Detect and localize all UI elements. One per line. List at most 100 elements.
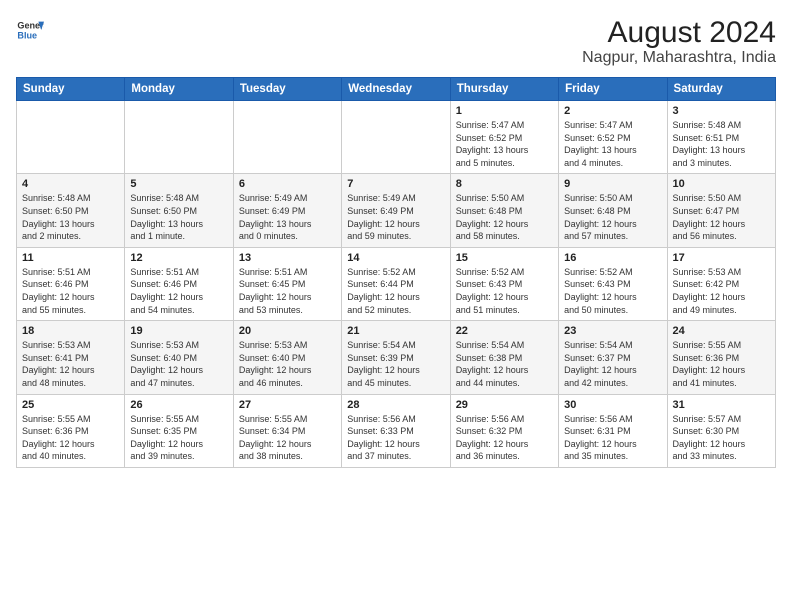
day-info: Sunrise: 5:49 AM Sunset: 6:49 PM Dayligh… [239, 192, 336, 242]
weekday-header: Saturday [667, 78, 775, 101]
day-info: Sunrise: 5:55 AM Sunset: 6:35 PM Dayligh… [130, 413, 227, 463]
day-info: Sunrise: 5:53 AM Sunset: 6:42 PM Dayligh… [673, 266, 770, 316]
day-number: 9 [564, 178, 661, 190]
day-info: Sunrise: 5:56 AM Sunset: 6:32 PM Dayligh… [456, 413, 553, 463]
calendar-week-row: 4 Sunrise: 5:48 AM Sunset: 6:50 PM Daylig… [17, 174, 776, 247]
day-info: Sunrise: 5:52 AM Sunset: 6:44 PM Dayligh… [347, 266, 444, 316]
day-number: 18 [22, 325, 119, 337]
day-info: Sunrise: 5:47 AM Sunset: 6:52 PM Dayligh… [564, 119, 661, 169]
day-info: Sunrise: 5:48 AM Sunset: 6:50 PM Dayligh… [22, 192, 119, 242]
day-number: 13 [239, 252, 336, 264]
calendar-header-row: SundayMondayTuesdayWednesdayThursdayFrid… [17, 78, 776, 101]
logo-icon: General Blue [16, 16, 44, 44]
day-number: 8 [456, 178, 553, 190]
day-info: Sunrise: 5:50 AM Sunset: 6:47 PM Dayligh… [673, 192, 770, 242]
title-block: August 2024 Nagpur, Maharashtra, India [582, 16, 776, 67]
calendar-cell: 26 Sunrise: 5:55 AM Sunset: 6:35 PM Dayli… [125, 394, 233, 467]
calendar-week-row: 1Sunrise: 5:47 AM Sunset: 6:52 PM Daylig… [17, 101, 776, 174]
day-info: Sunrise: 5:51 AM Sunset: 6:46 PM Dayligh… [130, 266, 227, 316]
day-info: Sunrise: 5:52 AM Sunset: 6:43 PM Dayligh… [564, 266, 661, 316]
page-title: August 2024 [582, 16, 776, 49]
calendar-cell [233, 101, 341, 174]
day-info: Sunrise: 5:47 AM Sunset: 6:52 PM Dayligh… [456, 119, 553, 169]
calendar-week-row: 25Sunrise: 5:55 AM Sunset: 6:36 PM Dayli… [17, 394, 776, 467]
day-number: 14 [347, 252, 444, 264]
day-info: Sunrise: 5:54 AM Sunset: 6:39 PM Dayligh… [347, 339, 444, 389]
day-number: 31 [673, 399, 770, 411]
day-info: Sunrise: 5:55 AM Sunset: 6:36 PM Dayligh… [673, 339, 770, 389]
calendar-cell [125, 101, 233, 174]
calendar-cell: 19 Sunrise: 5:53 AM Sunset: 6:40 PM Dayli… [125, 321, 233, 394]
day-info: Sunrise: 5:50 AM Sunset: 6:48 PM Dayligh… [456, 192, 553, 242]
calendar-cell: 2 Sunrise: 5:47 AM Sunset: 6:52 PM Daylig… [559, 101, 667, 174]
calendar-cell [17, 101, 125, 174]
calendar-week-row: 18 Sunrise: 5:53 AM Sunset: 6:41 PM Dayli… [17, 321, 776, 394]
day-number: 21 [347, 325, 444, 337]
calendar-cell: 25Sunrise: 5:55 AM Sunset: 6:36 PM Dayli… [17, 394, 125, 467]
day-info: Sunrise: 5:52 AM Sunset: 6:43 PM Dayligh… [456, 266, 553, 316]
weekday-header: Wednesday [342, 78, 450, 101]
day-number: 12 [130, 252, 227, 264]
day-number: 7 [347, 178, 444, 190]
day-info: Sunrise: 5:49 AM Sunset: 6:49 PM Dayligh… [347, 192, 444, 242]
day-info: Sunrise: 5:51 AM Sunset: 6:45 PM Dayligh… [239, 266, 336, 316]
day-info: Sunrise: 5:56 AM Sunset: 6:31 PM Dayligh… [564, 413, 661, 463]
calendar-cell: 28 Sunrise: 5:56 AM Sunset: 6:33 PM Dayli… [342, 394, 450, 467]
day-number: 27 [239, 399, 336, 411]
calendar-cell: 16 Sunrise: 5:52 AM Sunset: 6:43 PM Dayli… [559, 247, 667, 320]
calendar-cell: 7 Sunrise: 5:49 AM Sunset: 6:49 PM Daylig… [342, 174, 450, 247]
svg-text:Blue: Blue [17, 30, 37, 40]
calendar-cell: 1Sunrise: 5:47 AM Sunset: 6:52 PM Daylig… [450, 101, 558, 174]
day-number: 6 [239, 178, 336, 190]
calendar-cell: 9 Sunrise: 5:50 AM Sunset: 6:48 PM Daylig… [559, 174, 667, 247]
calendar-week-row: 11 Sunrise: 5:51 AM Sunset: 6:46 PM Dayli… [17, 247, 776, 320]
calendar-cell: 22Sunrise: 5:54 AM Sunset: 6:38 PM Dayli… [450, 321, 558, 394]
calendar-cell: 27 Sunrise: 5:55 AM Sunset: 6:34 PM Dayli… [233, 394, 341, 467]
calendar-cell: 30Sunrise: 5:56 AM Sunset: 6:31 PM Dayli… [559, 394, 667, 467]
day-number: 16 [564, 252, 661, 264]
day-number: 4 [22, 178, 119, 190]
weekday-header: Tuesday [233, 78, 341, 101]
day-info: Sunrise: 5:55 AM Sunset: 6:34 PM Dayligh… [239, 413, 336, 463]
page-subtitle: Nagpur, Maharashtra, India [582, 49, 776, 67]
day-info: Sunrise: 5:56 AM Sunset: 6:33 PM Dayligh… [347, 413, 444, 463]
calendar-table: SundayMondayTuesdayWednesdayThursdayFrid… [16, 77, 776, 468]
calendar-cell: 11Sunrise: 5:51 AM Sunset: 6:46 PM Dayli… [17, 247, 125, 320]
day-number: 10 [673, 178, 770, 190]
day-number: 28 [347, 399, 444, 411]
calendar-cell: 18 Sunrise: 5:53 AM Sunset: 6:41 PM Dayli… [17, 321, 125, 394]
day-info: Sunrise: 5:53 AM Sunset: 6:40 PM Dayligh… [130, 339, 227, 389]
calendar-cell: 23Sunrise: 5:54 AM Sunset: 6:37 PM Dayli… [559, 321, 667, 394]
calendar-cell: 5Sunrise: 5:48 AM Sunset: 6:50 PM Daylig… [125, 174, 233, 247]
calendar-cell: 24 Sunrise: 5:55 AM Sunset: 6:36 PM Dayli… [667, 321, 775, 394]
day-number: 2 [564, 105, 661, 117]
day-number: 24 [673, 325, 770, 337]
calendar-cell: 15 Sunrise: 5:52 AM Sunset: 6:43 PM Dayli… [450, 247, 558, 320]
day-info: Sunrise: 5:57 AM Sunset: 6:30 PM Dayligh… [673, 413, 770, 463]
calendar-cell: 31 Sunrise: 5:57 AM Sunset: 6:30 PM Dayli… [667, 394, 775, 467]
day-number: 5 [130, 178, 227, 190]
day-number: 15 [456, 252, 553, 264]
weekday-header: Friday [559, 78, 667, 101]
page-header: General Blue August 2024 Nagpur, Maharas… [16, 16, 776, 67]
calendar-cell: 10 Sunrise: 5:50 AM Sunset: 6:47 PM Dayli… [667, 174, 775, 247]
day-number: 11 [22, 252, 119, 264]
day-number: 3 [673, 105, 770, 117]
weekday-header: Thursday [450, 78, 558, 101]
logo: General Blue [16, 16, 44, 44]
day-number: 26 [130, 399, 227, 411]
day-info: Sunrise: 5:53 AM Sunset: 6:41 PM Dayligh… [22, 339, 119, 389]
day-info: Sunrise: 5:53 AM Sunset: 6:40 PM Dayligh… [239, 339, 336, 389]
calendar-cell: 29Sunrise: 5:56 AM Sunset: 6:32 PM Dayli… [450, 394, 558, 467]
calendar-cell: 21 Sunrise: 5:54 AM Sunset: 6:39 PM Dayli… [342, 321, 450, 394]
day-number: 25 [22, 399, 119, 411]
day-number: 22 [456, 325, 553, 337]
day-info: Sunrise: 5:50 AM Sunset: 6:48 PM Dayligh… [564, 192, 661, 242]
day-number: 19 [130, 325, 227, 337]
calendar-cell: 8 Sunrise: 5:50 AM Sunset: 6:48 PM Daylig… [450, 174, 558, 247]
calendar-cell: 17Sunrise: 5:53 AM Sunset: 6:42 PM Dayli… [667, 247, 775, 320]
calendar-cell: 20Sunrise: 5:53 AM Sunset: 6:40 PM Dayli… [233, 321, 341, 394]
calendar-cell: 12 Sunrise: 5:51 AM Sunset: 6:46 PM Dayli… [125, 247, 233, 320]
calendar-cell: 14 Sunrise: 5:52 AM Sunset: 6:44 PM Dayli… [342, 247, 450, 320]
day-info: Sunrise: 5:54 AM Sunset: 6:37 PM Dayligh… [564, 339, 661, 389]
